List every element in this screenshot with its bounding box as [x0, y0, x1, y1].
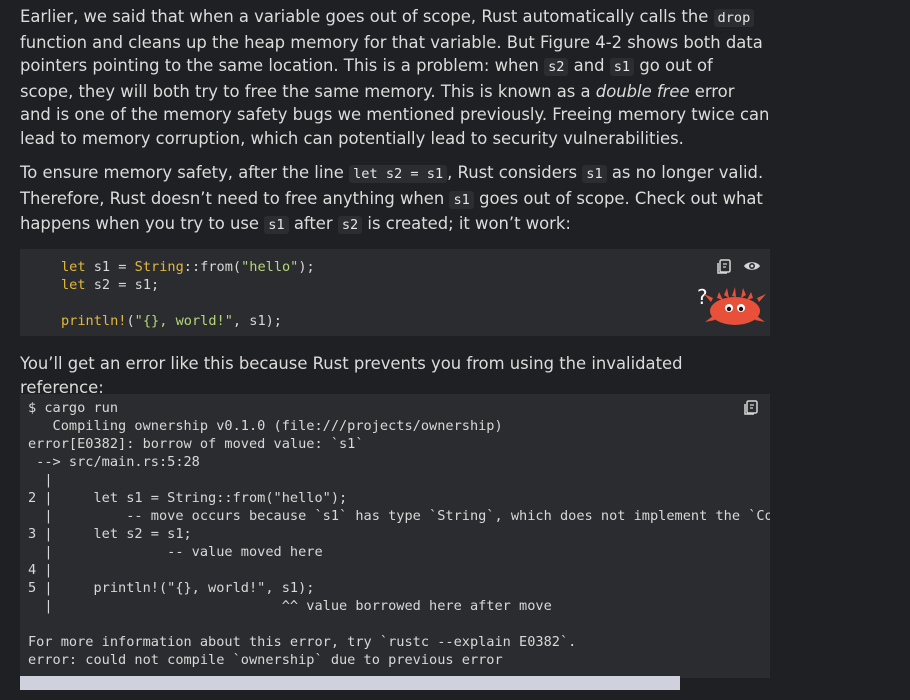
output-line: error: could not compile `ownership` due…	[28, 652, 503, 668]
output-line: 2 | let s1 = String::from("hello");	[28, 490, 348, 506]
text: Earlier, we said that when a variable go…	[20, 7, 714, 26]
inline-code-s2: s2	[337, 216, 363, 234]
inline-code-s1: s1	[609, 58, 635, 76]
eye-icon[interactable]	[743, 257, 761, 275]
output-line: | -- move occurs because `s1` has type `…	[28, 508, 770, 524]
inline-code-s2: s2	[544, 58, 569, 76]
text: after	[288, 214, 338, 233]
output-line: For more information about this error, t…	[28, 634, 577, 650]
type-name: String	[134, 259, 184, 275]
string-literal: "hello"	[241, 259, 299, 275]
keyword: let	[61, 259, 86, 275]
inline-code-s1: s1	[449, 190, 474, 209]
horizontal-scrollbar[interactable]	[20, 676, 680, 690]
output-line: 5 | println!("{}, world!", s1);	[28, 580, 315, 596]
code-line-2: let s2 = s1;	[61, 276, 159, 294]
output-line: |	[28, 472, 53, 488]
inline-code-s1: s1	[264, 216, 289, 234]
macro-name: println!	[61, 313, 127, 329]
paragraph-error-intro: You’ll get an error like this because Ru…	[20, 354, 683, 397]
code-text: , s1);	[232, 313, 282, 329]
text: , Rust considers	[447, 163, 583, 182]
string-literal: "{}, world!"	[134, 313, 233, 329]
code-text: (	[126, 313, 135, 329]
output-line: --> src/main.rs:5:28	[28, 454, 200, 470]
output-line: $ cargo run	[28, 400, 119, 416]
output-line: | ^^ value borrowed here after move	[28, 598, 552, 614]
copy-icon[interactable]	[715, 257, 733, 275]
code-line-1: let s1 = String::from("hello");	[61, 258, 315, 276]
output-line: | -- value moved here	[28, 544, 323, 560]
paragraph-double-free: Earlier, we said that when a variable go…	[20, 5, 770, 150]
keyword: let	[61, 277, 86, 293]
text: and	[568, 56, 610, 75]
inline-code-let-s2: let s2 = s1	[349, 165, 448, 183]
output-line: Compiling ownership v0.1.0 (file:///proj…	[28, 418, 503, 434]
code-text: );	[298, 259, 315, 275]
text: To ensure memory safety, after the line	[20, 163, 350, 182]
ferris-question-icon: ?	[697, 284, 767, 330]
question-mark: ?	[697, 285, 708, 309]
code-line-4: println!("{}, world!", s1);	[61, 312, 282, 330]
output-line: 4 |	[28, 562, 53, 578]
emphasis-double-free: double free	[595, 81, 690, 101]
code-text: s2 = s1;	[85, 277, 160, 293]
terminal-output-block: $ cargo run Compiling ownership v0.1.0 (…	[20, 394, 770, 678]
inline-code-s1: s1	[582, 165, 607, 183]
copy-icon[interactable]	[742, 398, 760, 416]
code-text: s1 =	[85, 259, 135, 275]
output-line: 3 | let s2 = s1;	[28, 526, 192, 542]
code-text: ::from(	[183, 259, 242, 275]
output-line: error[E0382]: borrow of moved value: `s1…	[28, 436, 364, 452]
code-block-example: let s1 = String::from("hello"); let s2 =…	[20, 249, 770, 336]
inline-code-drop: drop	[713, 9, 755, 27]
text: is created; it won’t work:	[362, 214, 571, 233]
paragraph-memory-safety: To ensure memory safety, after the line …	[20, 161, 770, 238]
